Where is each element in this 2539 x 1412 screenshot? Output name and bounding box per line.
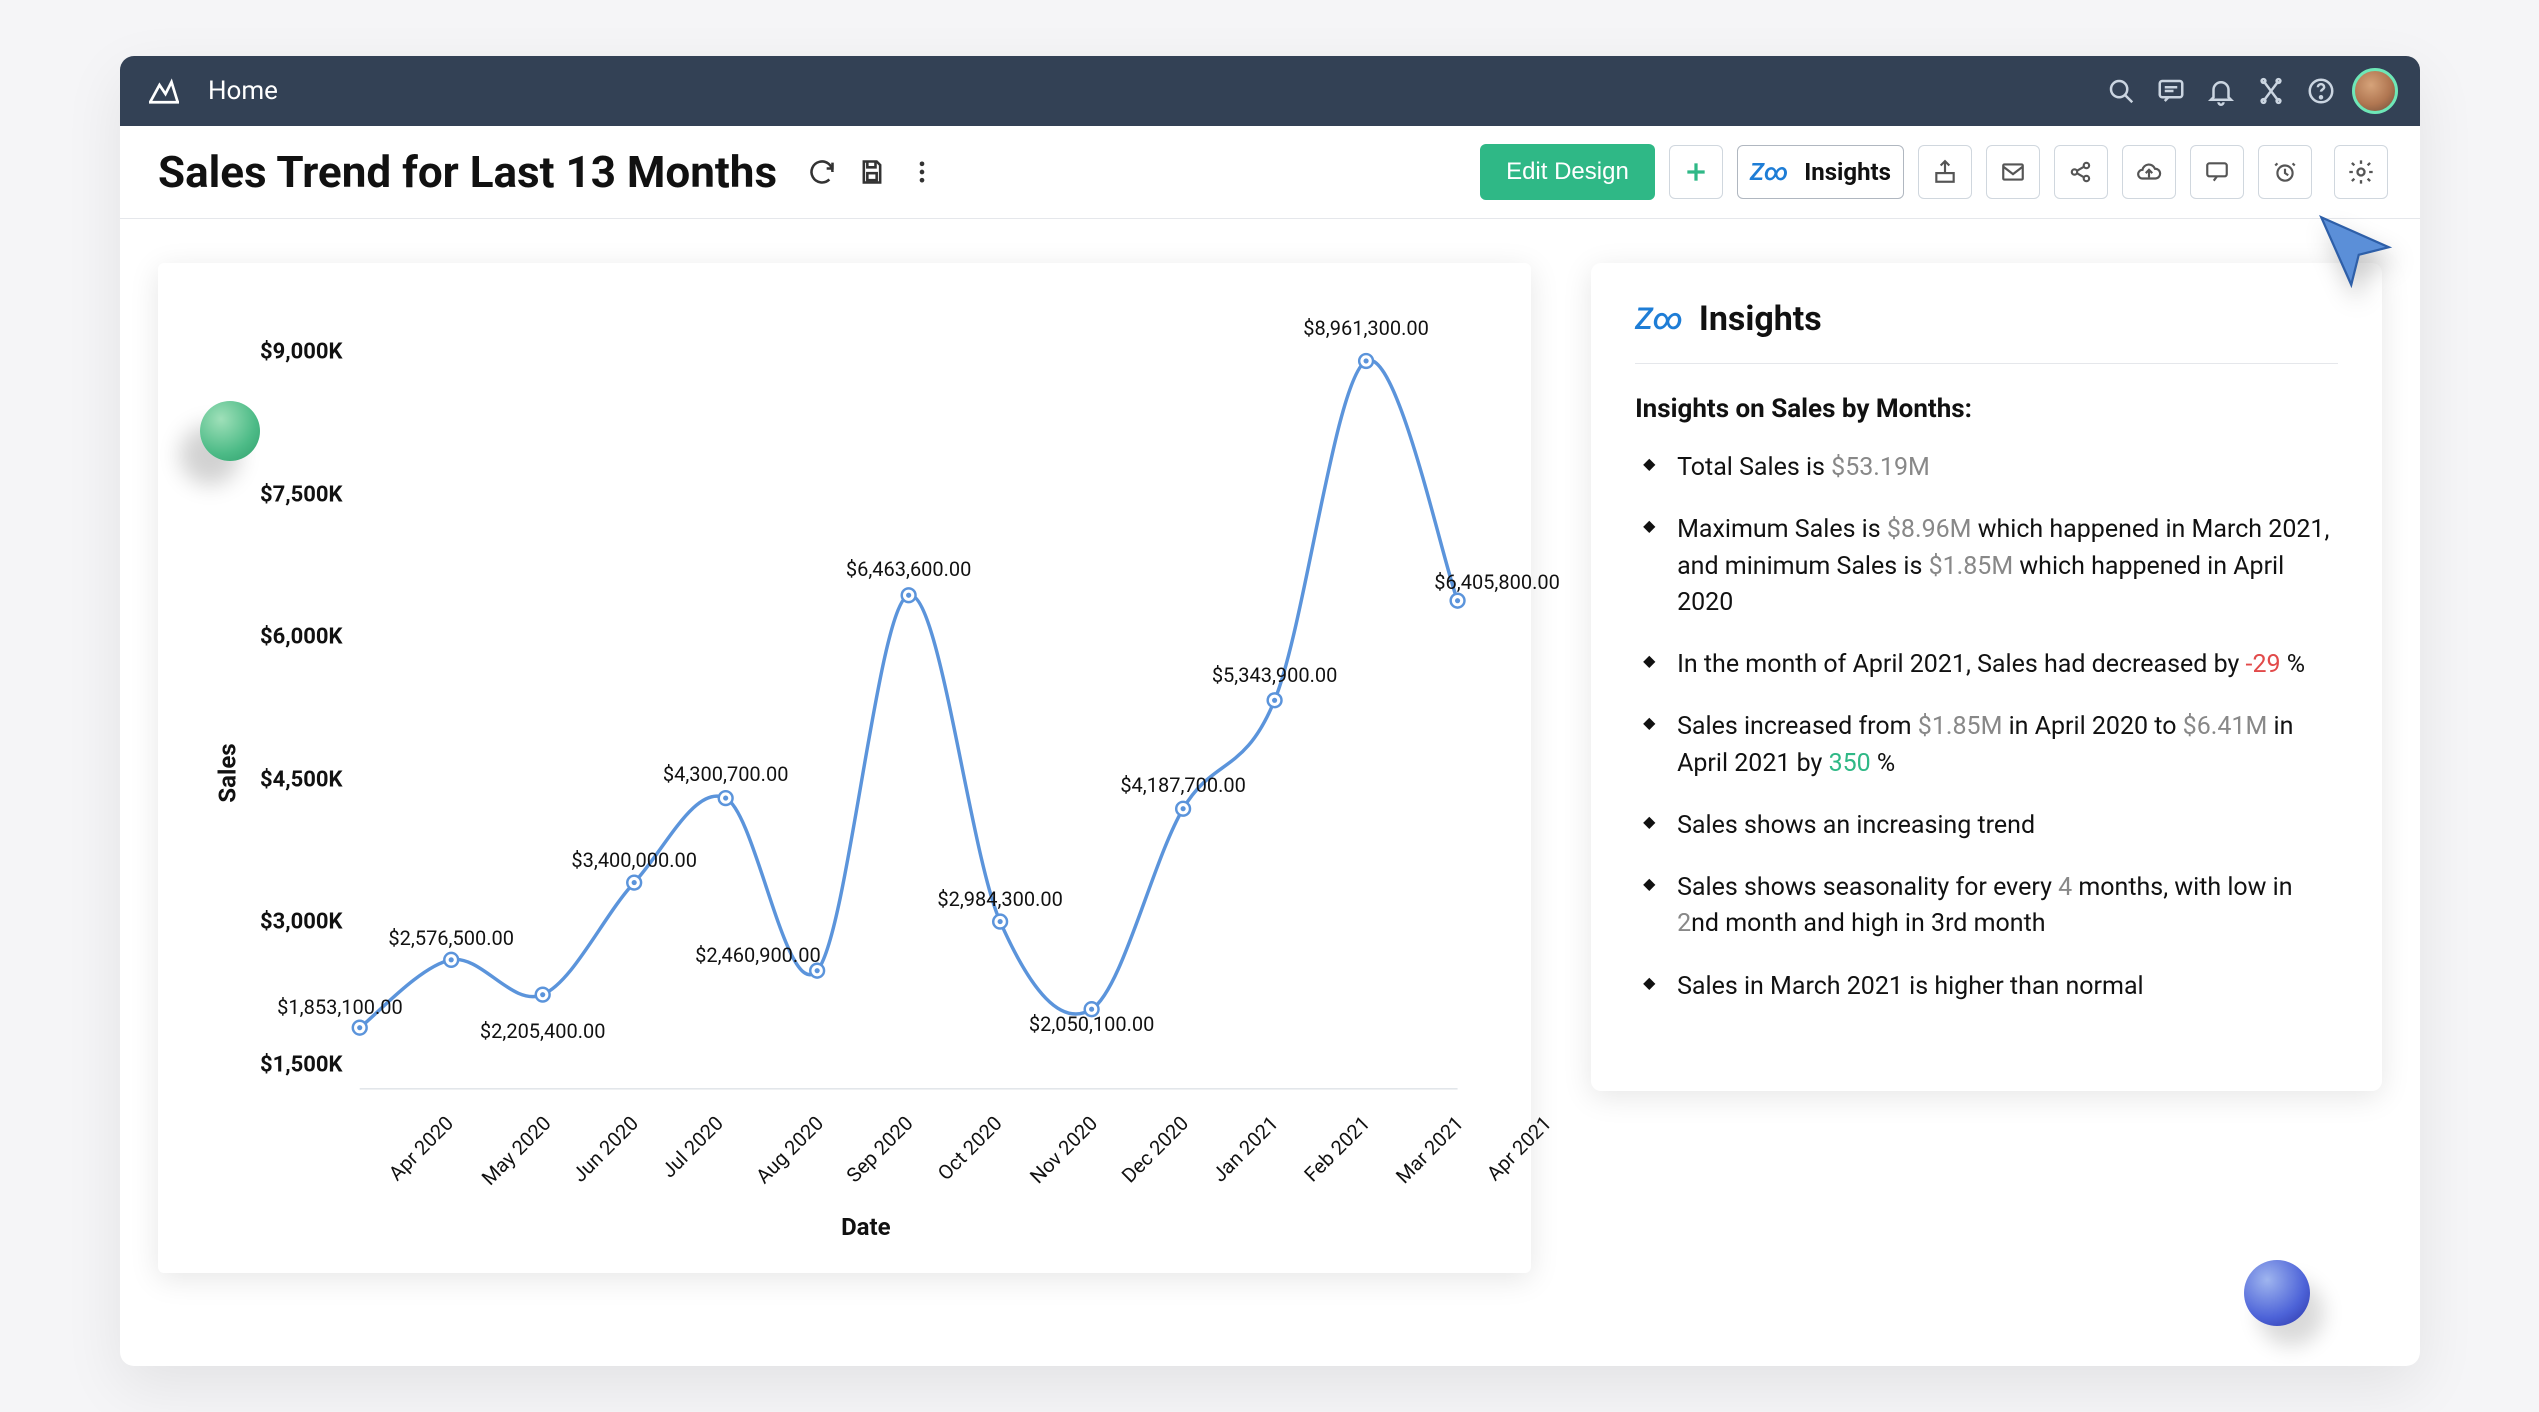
insight-item: Sales shows an increasing trend <box>1635 808 2338 844</box>
data-point-label: $2,576,500.00 <box>388 926 514 950</box>
sales-line-chart <box>182 303 1497 1243</box>
cloud-icon[interactable] <box>2122 145 2176 199</box>
page-header: Sales Trend for Last 13 Months Edit Desi… <box>120 126 2420 219</box>
zia-icon: Z∞ <box>1635 302 1683 337</box>
export-icon[interactable] <box>1918 145 1972 199</box>
data-point-label: $5,343,900.00 <box>1212 663 1338 687</box>
user-avatar[interactable] <box>2352 68 2398 114</box>
insights-panel: Z∞ Insights Insights on Sales by Months:… <box>1591 263 2382 1091</box>
insight-item: Total Sales is $53.19M <box>1635 450 2338 486</box>
chat-icon[interactable] <box>2190 145 2244 199</box>
insights-button-label: Insights <box>1804 158 1891 186</box>
data-point-label: $8,961,300.00 <box>1303 316 1429 340</box>
help-icon[interactable] <box>2296 66 2346 116</box>
insight-item: In the month of April 2021, Sales had de… <box>1635 647 2338 683</box>
app-logo-icon[interactable] <box>142 69 186 113</box>
more-options-icon[interactable] <box>905 155 939 189</box>
decorative-cursor-icon <box>2310 206 2400 300</box>
insight-item: Sales increased from $1.85M in April 202… <box>1635 709 2338 782</box>
insight-item: Maximum Sales is $8.96M which happened i… <box>1635 512 2338 621</box>
data-point-label: $2,460,900.00 <box>695 943 821 967</box>
insights-button[interactable]: Z∞ Insights <box>1737 145 1904 199</box>
data-point-label: $2,984,300.00 <box>937 887 1063 911</box>
top-navbar: Home <box>120 56 2420 126</box>
alarm-icon[interactable] <box>2258 145 2312 199</box>
data-point-label: $4,300,700.00 <box>663 762 789 786</box>
share-icon[interactable] <box>2054 145 2108 199</box>
data-point-label: $4,187,700.00 <box>1120 773 1246 797</box>
insights-heading: Z∞ Insights <box>1635 299 2338 364</box>
add-button[interactable] <box>1669 145 1723 199</box>
data-point-label: $3,400,000.00 <box>571 848 697 872</box>
save-icon[interactable] <box>855 155 889 189</box>
y-tick-label: $7,500K <box>260 482 343 507</box>
chart-card: Sales Date $1,500K $3,000K $4,500K $6,000K $… <box>158 263 1531 1273</box>
page-title: Sales Trend for Last 13 Months <box>158 146 777 198</box>
decorative-blue-sphere <box>2244 1260 2310 1326</box>
insights-subheading: Insights on Sales by Months: <box>1635 394 2338 424</box>
data-point-label: $2,050,100.00 <box>1029 1012 1155 1036</box>
tools-icon[interactable] <box>2246 66 2296 116</box>
insight-item: Sales in March 2021 is higher than norma… <box>1635 969 2338 1005</box>
x-axis-label: Date <box>841 1213 891 1241</box>
insights-list: Total Sales is $53.19M Maximum Sales is $… <box>1635 450 2338 1005</box>
search-icon[interactable] <box>2096 66 2146 116</box>
data-point-label: $2,205,400.00 <box>480 1019 606 1043</box>
settings-icon[interactable] <box>2334 145 2388 199</box>
y-tick-label: $9,000K <box>260 339 343 364</box>
nav-home[interactable]: Home <box>208 76 278 106</box>
zia-icon: Z∞ <box>1750 158 1788 186</box>
y-tick-label: $4,500K <box>260 767 343 792</box>
edit-design-button[interactable]: Edit Design <box>1480 144 1655 200</box>
data-point-label: $6,405,800.00 <box>1434 570 1560 594</box>
y-tick-label: $6,000K <box>260 625 343 650</box>
bell-icon[interactable] <box>2196 66 2246 116</box>
mail-icon[interactable] <box>1986 145 2040 199</box>
insights-heading-text: Insights <box>1699 299 1822 339</box>
data-point-label: $1,853,100.00 <box>277 995 403 1019</box>
data-point-label: $6,463,600.00 <box>846 557 972 581</box>
comments-icon[interactable] <box>2146 66 2196 116</box>
app-window: Home Sales Trend for Last 13 Months <box>120 56 2420 1366</box>
decorative-green-sphere <box>200 401 260 461</box>
insight-item: Sales shows seasonality for every 4 mont… <box>1635 870 2338 943</box>
refresh-icon[interactable] <box>805 155 839 189</box>
y-tick-label: $1,500K <box>260 1052 343 1077</box>
content-area: Sales Date $1,500K $3,000K $4,500K $6,000K $… <box>120 219 2420 1317</box>
y-axis-label: Sales <box>214 743 242 802</box>
y-tick-label: $3,000K <box>260 910 343 935</box>
